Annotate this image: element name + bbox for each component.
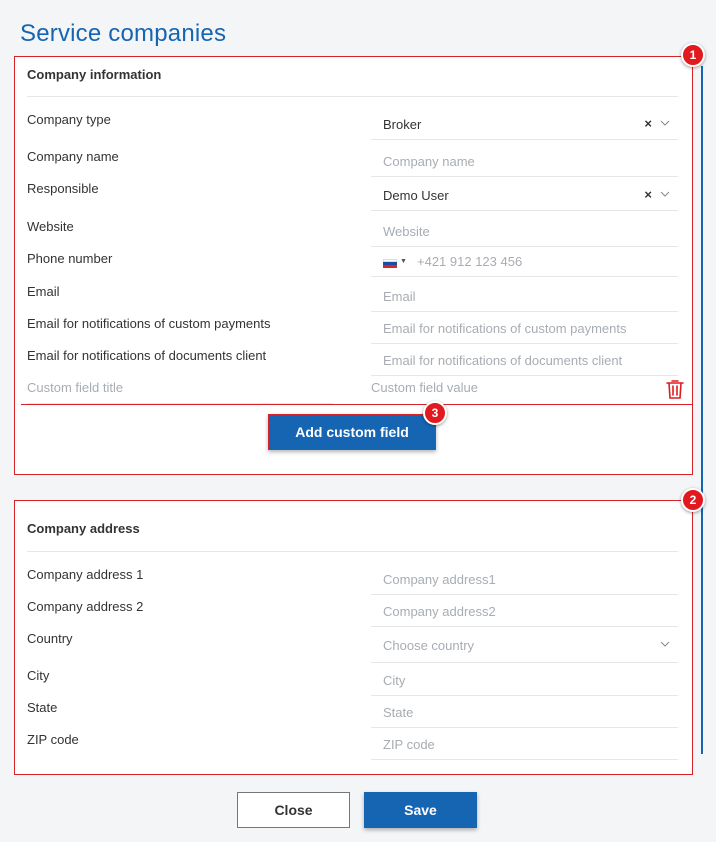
zip-placeholder: ZIP code	[383, 737, 435, 752]
phone-row: Phone number ▼ +421 912 123 456	[27, 251, 678, 283]
city-row: City City	[27, 668, 678, 700]
company-type-select[interactable]: Broker ×	[371, 112, 678, 140]
custom-field-row: Custom field title Custom field value	[21, 375, 692, 405]
email-custom-payments-row: Email for notifications of custom paymen…	[27, 316, 678, 348]
address1-placeholder: Company address1	[383, 572, 496, 587]
responsible-value: Demo User	[383, 188, 449, 203]
company-address-card: Company address Company address 1 Compan…	[14, 500, 693, 775]
clear-icon[interactable]: ×	[644, 116, 652, 131]
website-label: Website	[27, 219, 74, 234]
email-documents-client-placeholder: Email for notifications of documents cli…	[383, 353, 623, 368]
website-input[interactable]: Website	[371, 219, 678, 247]
responsible-select[interactable]: Demo User ×	[371, 183, 678, 211]
website-row: Website Website	[27, 219, 678, 251]
email-custom-payments-placeholder: Email for notifications of custom paymen…	[383, 321, 627, 336]
country-placeholder: Choose country	[383, 638, 475, 653]
save-button[interactable]: Save	[364, 792, 477, 828]
email-custom-payments-input[interactable]: Email for notifications of custom paymen…	[371, 316, 678, 344]
email-label: Email	[27, 284, 60, 299]
custom-field-value-input[interactable]: Custom field value	[371, 380, 684, 404]
company-name-input[interactable]: Company name	[371, 149, 678, 177]
clear-icon[interactable]: ×	[644, 187, 652, 202]
company-type-label: Company type	[27, 112, 111, 127]
country-row: Country Choose country	[27, 631, 678, 663]
annotation-badge-2: 2	[681, 488, 705, 512]
company-name-row: Company name Company name	[27, 149, 678, 181]
address1-input[interactable]: Company address1	[371, 567, 678, 595]
add-custom-field-button[interactable]: Add custom field	[268, 414, 436, 450]
state-row: State State	[27, 700, 678, 732]
city-placeholder: City	[383, 673, 406, 688]
email-documents-client-input[interactable]: Email for notifications of documents cli…	[371, 348, 678, 376]
state-input[interactable]: State	[371, 700, 678, 728]
country-label: Country	[27, 631, 73, 646]
trash-icon[interactable]	[666, 379, 684, 399]
company-name-placeholder: Company name	[383, 154, 475, 169]
caret-down-icon[interactable]: ▼	[400, 258, 407, 265]
address2-row: Company address 2 Company address2	[27, 599, 678, 631]
chevron-down-icon[interactable]	[660, 118, 670, 128]
chevron-down-icon[interactable]	[660, 189, 670, 199]
state-placeholder: State	[383, 705, 414, 720]
zip-row: ZIP code ZIP code	[27, 732, 678, 764]
annotation-badge-3: 3	[423, 401, 447, 425]
custom-field-title-placeholder: Custom field title	[27, 380, 124, 395]
scrollbar[interactable]	[701, 66, 703, 754]
annotation-badge-1: 1	[681, 43, 705, 67]
phone-placeholder: +421 912 123 456	[417, 254, 523, 269]
responsible-label: Responsible	[27, 181, 99, 196]
company-type-value: Broker	[383, 117, 422, 132]
company-address-header: Company address	[27, 501, 678, 552]
country-select[interactable]: Choose country	[371, 633, 678, 663]
email-custom-payments-label: Email for notifications of custom paymen…	[27, 316, 271, 331]
city-label: City	[27, 668, 50, 683]
zip-input[interactable]: ZIP code	[371, 732, 678, 760]
company-name-label: Company name	[27, 149, 119, 164]
company-information-card: Company information Company type Broker …	[14, 56, 693, 475]
state-label: State	[27, 700, 58, 715]
company-type-row: Company type Broker ×	[27, 112, 678, 144]
phone-label: Phone number	[27, 251, 113, 266]
email-placeholder: Email	[383, 289, 416, 304]
address1-row: Company address 1 Company address1	[27, 567, 678, 599]
custom-field-title-input[interactable]: Custom field title	[27, 380, 333, 404]
company-address-heading: Company address	[27, 521, 140, 536]
address2-input[interactable]: Company address2	[371, 599, 678, 627]
zip-label: ZIP code	[27, 732, 79, 747]
close-button[interactable]: Close	[237, 792, 350, 828]
address2-placeholder: Company address2	[383, 604, 496, 619]
address1-label: Company address 1	[27, 567, 144, 582]
email-input[interactable]: Email	[371, 284, 678, 312]
custom-field-value-placeholder: Custom field value	[371, 380, 478, 395]
chevron-down-icon[interactable]	[660, 639, 670, 649]
company-information-header: Company information	[27, 57, 678, 97]
email-documents-client-label: Email for notifications of documents cli…	[27, 348, 267, 363]
company-information-heading: Company information	[27, 67, 162, 82]
address2-label: Company address 2	[27, 599, 144, 614]
phone-input[interactable]: ▼ +421 912 123 456	[371, 249, 678, 277]
responsible-row: Responsible Demo User ×	[27, 181, 678, 213]
page-title: Service companies	[20, 20, 227, 47]
email-row: Email Email	[27, 284, 678, 316]
website-placeholder: Website	[383, 224, 430, 239]
slovakia-flag-icon[interactable]	[383, 259, 397, 268]
city-input[interactable]: City	[371, 668, 678, 696]
